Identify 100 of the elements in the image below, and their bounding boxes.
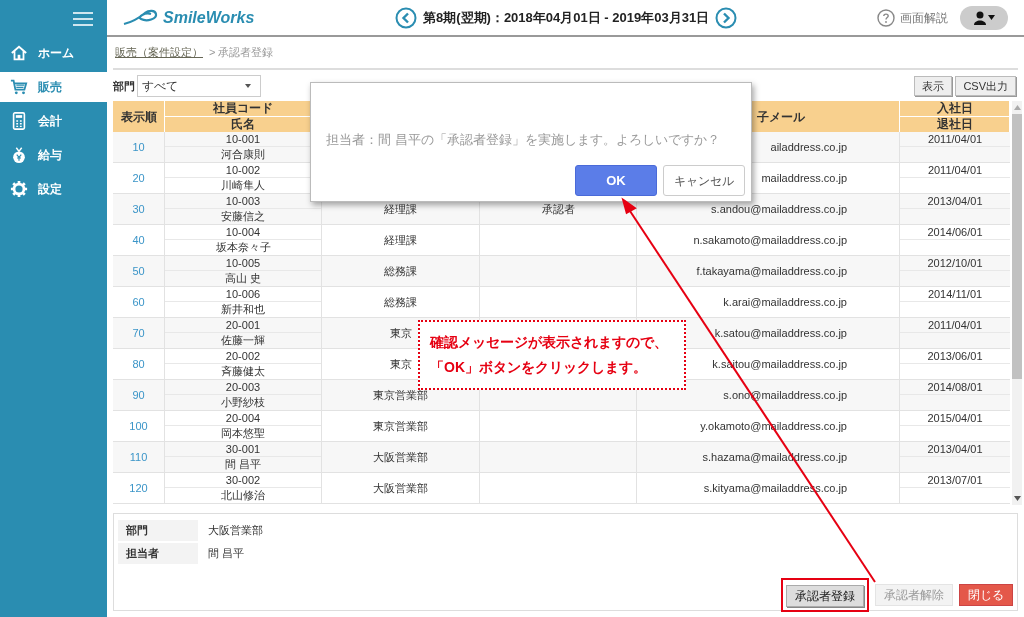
table-cell-text: 坂本奈々子: [214, 240, 272, 255]
table-cell: 2013/07/01: [900, 473, 1010, 488]
table-cell-text: 河合康則: [220, 147, 266, 162]
table-cell-text: 経理課: [384, 232, 417, 248]
table-cell-text: 川崎隼人: [220, 178, 266, 193]
table-cell: 30: [113, 194, 165, 224]
table-cell: 40: [113, 225, 165, 255]
column-header[interactable]: 表示順: [120, 107, 157, 126]
table-cell-text: 大阪営業部: [373, 480, 428, 496]
table-cell-text: k.arai@mailaddress.co.jp: [723, 294, 847, 310]
table-cell-text: k.satou@mailaddress.co.jp: [714, 325, 847, 341]
table-cell: 20-003: [165, 380, 321, 395]
table-cell-text: n.sakamoto@mailaddress.co.jp: [693, 232, 847, 248]
breadcrumb-current: > 承認者登録: [209, 45, 274, 61]
table-cell: 80: [113, 349, 165, 379]
ok-button[interactable]: OK: [575, 165, 657, 196]
table-cell-text: 間 昌平: [223, 457, 263, 472]
table-cell-text: f.takayama@mailaddress.co.jp: [696, 263, 847, 279]
detail-label: 部門: [118, 520, 198, 541]
table-cell: 30-002: [165, 473, 321, 488]
table-cell-text: 高山 史: [223, 271, 263, 286]
scroll-up-icon[interactable]: [1013, 105, 1021, 110]
table-cell-text: 経理課: [384, 201, 417, 217]
toolbar-button[interactable]: 表示: [914, 76, 953, 96]
table-cell: 10-004: [165, 225, 321, 240]
scrollbar-thumb[interactable]: [1012, 114, 1022, 379]
caret-icon: [245, 84, 251, 88]
table-cell: 90: [113, 380, 165, 410]
table-cell-text: 岡本悠聖: [220, 426, 266, 441]
previous-period-button[interactable]: [395, 6, 417, 29]
table-cell-text: 斉藤健太: [220, 364, 266, 379]
scrollbar[interactable]: [1012, 101, 1022, 505]
table-cell-text: 東京: [389, 356, 412, 372]
cart-icon: [10, 78, 28, 96]
table-cell: 110: [113, 442, 165, 472]
callout-text: 確認メッセージが表示されますので、: [430, 333, 669, 352]
filter-label: 部門: [113, 78, 135, 94]
table-cell: 2012/10/01: [900, 256, 1010, 271]
help-icon[interactable]: [877, 8, 895, 27]
table-cell: 2013/04/01: [900, 194, 1010, 209]
cancel-button[interactable]: キャンセル: [663, 165, 745, 196]
table-cell: 2014/11/01: [900, 287, 1010, 302]
table-cell: 100: [113, 411, 165, 441]
table-cell: 2013/04/01: [900, 442, 1010, 457]
caret-icon: [987, 15, 995, 20]
fiscal-period: 第8期(翌期)：2018年04月01日 - 2019年03月31日: [423, 8, 710, 27]
sidebar-item[interactable]: 販売: [0, 72, 107, 102]
table-cell: 2015/04/01: [900, 411, 1010, 426]
logo-swirl-icon: [123, 7, 159, 28]
table-cell-text: 東京営業部: [373, 418, 428, 434]
logo-text: SmileWorks: [163, 7, 255, 28]
table-cell: 20-004: [165, 411, 321, 426]
yen-bag-icon: [10, 146, 28, 164]
table-cell: 2013/06/01: [900, 349, 1010, 364]
table-cell-text: ailaddress.co.jp: [770, 139, 847, 155]
user-icon: [973, 10, 986, 25]
settings-icon: [10, 180, 28, 198]
detail-label: 担当者: [118, 543, 198, 564]
department-select[interactable]: すべて: [137, 75, 261, 97]
calculator-icon: [10, 112, 28, 130]
help-link[interactable]: 画面解説: [900, 8, 948, 27]
toolbar-button[interactable]: CSV出力: [955, 76, 1016, 96]
table-cell: 2011/04/01: [900, 318, 1010, 333]
column-header[interactable]: 退社日: [900, 116, 1009, 132]
table-cell: 10: [113, 132, 165, 162]
table-cell-text: mailaddress.co.jp: [761, 170, 847, 186]
table-cell-text: 承認者: [541, 201, 575, 217]
table-cell-text: 東京営業部: [373, 387, 428, 403]
action-button: 承認者解除: [875, 584, 953, 606]
table-cell-text: 新井和也: [220, 302, 266, 317]
close-button[interactable]: 閉じる: [959, 584, 1013, 606]
table-cell-text: 佐藤一輝: [220, 333, 266, 348]
column-header[interactable]: 入社日: [900, 101, 1009, 117]
table-cell: 30-001: [165, 442, 321, 457]
table-cell: 20-002: [165, 349, 321, 364]
table-cell: 2011/04/01: [900, 132, 1010, 147]
table-cell-text: 大阪営業部: [373, 449, 428, 465]
detail-value: 大阪営業部: [207, 523, 263, 539]
scroll-down-icon[interactable]: [1013, 496, 1021, 501]
detail-value: 間 昌平: [207, 546, 245, 562]
user-menu-button[interactable]: [960, 5, 1008, 30]
dialog-message: 担当者：間 昌平の「承認者登録」を実施します。よろしいですか？: [326, 131, 720, 149]
next-period-button[interactable]: [715, 6, 738, 29]
table-cell-text: 東京: [389, 325, 412, 341]
table-cell-text: 総務課: [384, 294, 417, 310]
action-button[interactable]: 承認者登録: [786, 585, 864, 607]
table-cell-text: 北山修治: [220, 488, 266, 503]
table-cell: 2014/06/01: [900, 225, 1010, 240]
menu-icon[interactable]: [73, 10, 93, 27]
home-icon: [10, 44, 28, 62]
column-header[interactable]: 子メール: [757, 107, 805, 126]
table-cell: 10-005: [165, 256, 321, 271]
table-cell-text: 安藤信之: [220, 209, 266, 224]
table-cell-text: s.andou@mailaddress.co.jp: [711, 201, 847, 217]
table-cell: 70: [113, 318, 165, 348]
table-cell: 20: [113, 163, 165, 193]
table-cell: 10-006: [165, 287, 321, 302]
callout-text: 「OK」ボタンをクリックします。: [430, 358, 648, 377]
table-cell: 120: [113, 473, 165, 503]
table-cell: 2011/04/01: [900, 163, 1010, 178]
